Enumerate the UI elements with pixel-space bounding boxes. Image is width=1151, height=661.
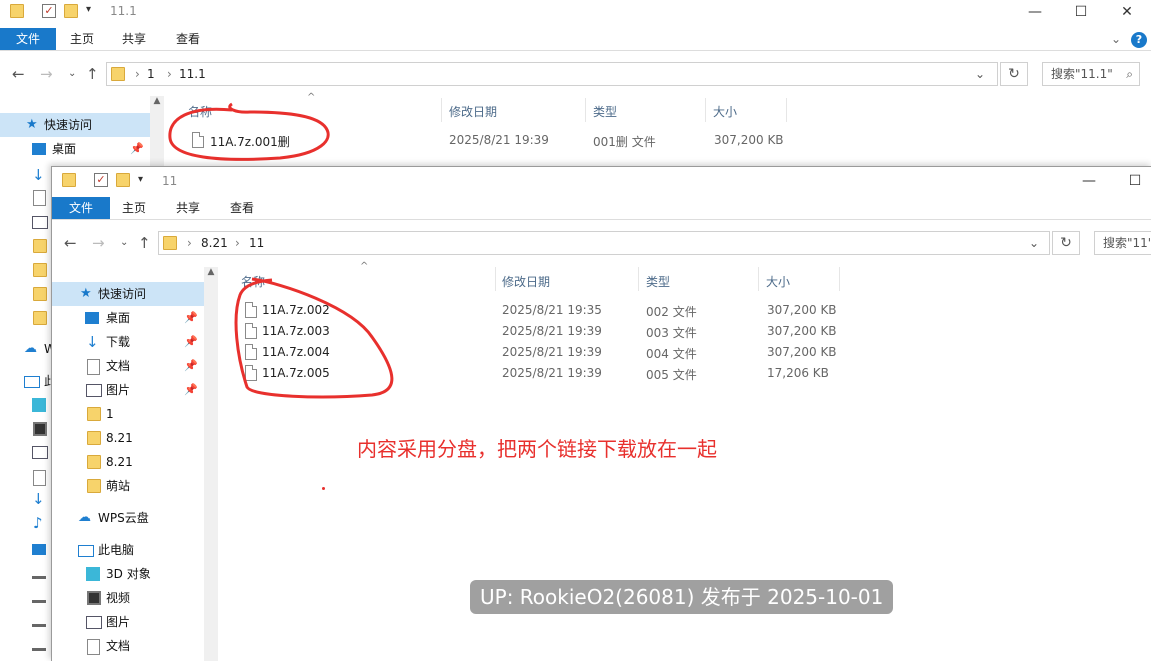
sidebar-item-label: WPS云盘 bbox=[98, 511, 149, 525]
file-date: 2025/8/21 19:39 bbox=[502, 324, 602, 338]
column-divider[interactable] bbox=[638, 267, 639, 291]
cloud-icon: ☁ bbox=[24, 341, 37, 356]
file-type: 005 文件 bbox=[646, 368, 697, 382]
file-size: 307,200 KB bbox=[714, 133, 784, 147]
maximize-button[interactable]: ☐ bbox=[1058, 0, 1104, 24]
sidebar-item-label: 3D 对象 bbox=[106, 567, 151, 581]
3d-objects-icon bbox=[32, 398, 46, 412]
file-size: 307,200 KB bbox=[767, 345, 837, 359]
file-size: 307,200 KB bbox=[767, 324, 837, 338]
file-size: 17,206 KB bbox=[767, 366, 829, 380]
column-header-date[interactable]: 修改日期 bbox=[502, 273, 550, 290]
help-icon[interactable]: ? bbox=[1131, 32, 1147, 48]
red-circle-annotation bbox=[234, 277, 394, 399]
sidebar-item-3d-objects[interactable]: 3D 对象 bbox=[52, 562, 204, 586]
chevron-down-icon[interactable]: ⌄ bbox=[1108, 28, 1124, 50]
column-divider[interactable] bbox=[839, 267, 840, 291]
sidebar-item-label: 8.21 bbox=[106, 431, 133, 445]
watermark-label: UP: RookieO2(26081) 发布于 2025-10-01 bbox=[470, 580, 894, 614]
folder-icon bbox=[87, 407, 101, 421]
column-divider[interactable] bbox=[495, 267, 496, 291]
sidebar-item-folder-8-21[interactable]: 8.21 bbox=[52, 450, 204, 474]
sidebar-item-label: 8.21 bbox=[106, 455, 133, 469]
3d-objects-icon bbox=[86, 567, 100, 581]
drive-icon bbox=[32, 568, 46, 579]
sidebar-item-label: 文档 bbox=[106, 639, 131, 653]
sidebar-item-pictures[interactable]: 图片 bbox=[52, 610, 204, 634]
red-circle-annotation bbox=[168, 102, 330, 161]
maximize-button[interactable]: ☐ bbox=[1112, 169, 1151, 193]
drive-icon bbox=[32, 616, 46, 627]
column-divider[interactable] bbox=[705, 98, 706, 122]
folder-icon bbox=[87, 431, 101, 445]
folder-icon bbox=[33, 287, 47, 301]
file-size: 307,200 KB bbox=[767, 303, 837, 317]
column-divider[interactable] bbox=[786, 98, 787, 122]
refresh-button[interactable]: ↻ bbox=[1000, 62, 1028, 86]
column-header-date[interactable]: 修改日期 bbox=[449, 103, 497, 120]
picture-icon bbox=[86, 616, 102, 629]
annotation-text: 内容采用分盘，把两个链接下载放在一起 bbox=[357, 437, 717, 461]
minimize-button[interactable]: — bbox=[1066, 169, 1112, 193]
column-divider[interactable] bbox=[585, 98, 586, 122]
folder-icon bbox=[87, 479, 101, 493]
file-type: 003 文件 bbox=[646, 326, 697, 340]
picture-icon bbox=[32, 216, 48, 229]
desktop-icon bbox=[32, 544, 46, 555]
column-header-type[interactable]: 类型 bbox=[593, 103, 617, 120]
red-dot-mark bbox=[322, 487, 325, 490]
column-header-size[interactable]: 大小 bbox=[766, 273, 790, 290]
document-icon bbox=[87, 639, 100, 655]
address-dropdown-icon[interactable]: ⌄ bbox=[975, 67, 985, 81]
minimize-button[interactable]: — bbox=[1012, 0, 1058, 24]
address-dropdown-icon[interactable]: ⌄ bbox=[1029, 236, 1039, 250]
drive-icon bbox=[32, 592, 46, 603]
computer-icon bbox=[24, 376, 40, 388]
search-placeholder: 搜索"11" bbox=[1103, 236, 1151, 250]
close-button[interactable]: ✕ bbox=[1104, 0, 1150, 24]
search-input[interactable]: 搜索"11.1" ⌕ bbox=[1042, 62, 1140, 86]
column-header-type[interactable]: 类型 bbox=[646, 273, 670, 290]
picture-icon bbox=[32, 446, 48, 459]
file-date: 2025/8/21 19:39 bbox=[449, 133, 549, 147]
sidebar-item-documents[interactable]: 文档 bbox=[52, 634, 204, 658]
folder-icon bbox=[33, 239, 47, 253]
sidebar-item-this-pc[interactable]: 此电脑 bbox=[52, 538, 204, 562]
file-type: 002 文件 bbox=[646, 305, 697, 319]
sidebar-item-label: 萌站 bbox=[106, 479, 131, 493]
cloud-icon: ☁ bbox=[78, 510, 91, 525]
sidebar-item-folder-8-21[interactable]: 8.21 bbox=[52, 426, 204, 450]
column-divider[interactable] bbox=[441, 98, 442, 122]
file-date: 2025/8/21 19:39 bbox=[502, 366, 602, 380]
drive-icon bbox=[32, 640, 46, 651]
document-icon bbox=[33, 190, 46, 206]
column-header-size[interactable]: 大小 bbox=[713, 103, 737, 120]
search-icon: ⌕ bbox=[1126, 67, 1133, 81]
file-type: 001删 文件 bbox=[593, 135, 656, 149]
folder-icon bbox=[33, 311, 47, 325]
document-icon bbox=[33, 470, 46, 486]
refresh-button[interactable]: ↻ bbox=[1052, 231, 1080, 255]
sidebar-item-label: 此电脑 bbox=[98, 543, 135, 557]
computer-icon bbox=[78, 545, 94, 557]
column-divider[interactable] bbox=[758, 267, 759, 291]
video-icon bbox=[87, 591, 101, 605]
sidebar-item-label: 图片 bbox=[106, 615, 131, 629]
sidebar-item-videos[interactable]: 视频 bbox=[52, 586, 204, 610]
sidebar-item-wps-cloud[interactable]: ☁ WPS云盘 bbox=[52, 506, 204, 530]
file-date: 2025/8/21 19:35 bbox=[502, 303, 602, 317]
folder-icon bbox=[33, 263, 47, 277]
folder-icon bbox=[87, 455, 101, 469]
video-icon bbox=[33, 422, 47, 436]
music-icon: ♪ bbox=[33, 514, 43, 532]
file-date: 2025/8/21 19:39 bbox=[502, 345, 602, 359]
search-placeholder: 搜索"11.1" bbox=[1051, 67, 1113, 81]
file-type: 004 文件 bbox=[646, 347, 697, 361]
download-icon: ↓ bbox=[32, 490, 45, 508]
sidebar-item-label: 视频 bbox=[106, 591, 131, 605]
sidebar-item-folder-mengzhan[interactable]: 萌站 bbox=[52, 474, 204, 498]
search-input[interactable]: 搜索"11" bbox=[1094, 231, 1151, 255]
